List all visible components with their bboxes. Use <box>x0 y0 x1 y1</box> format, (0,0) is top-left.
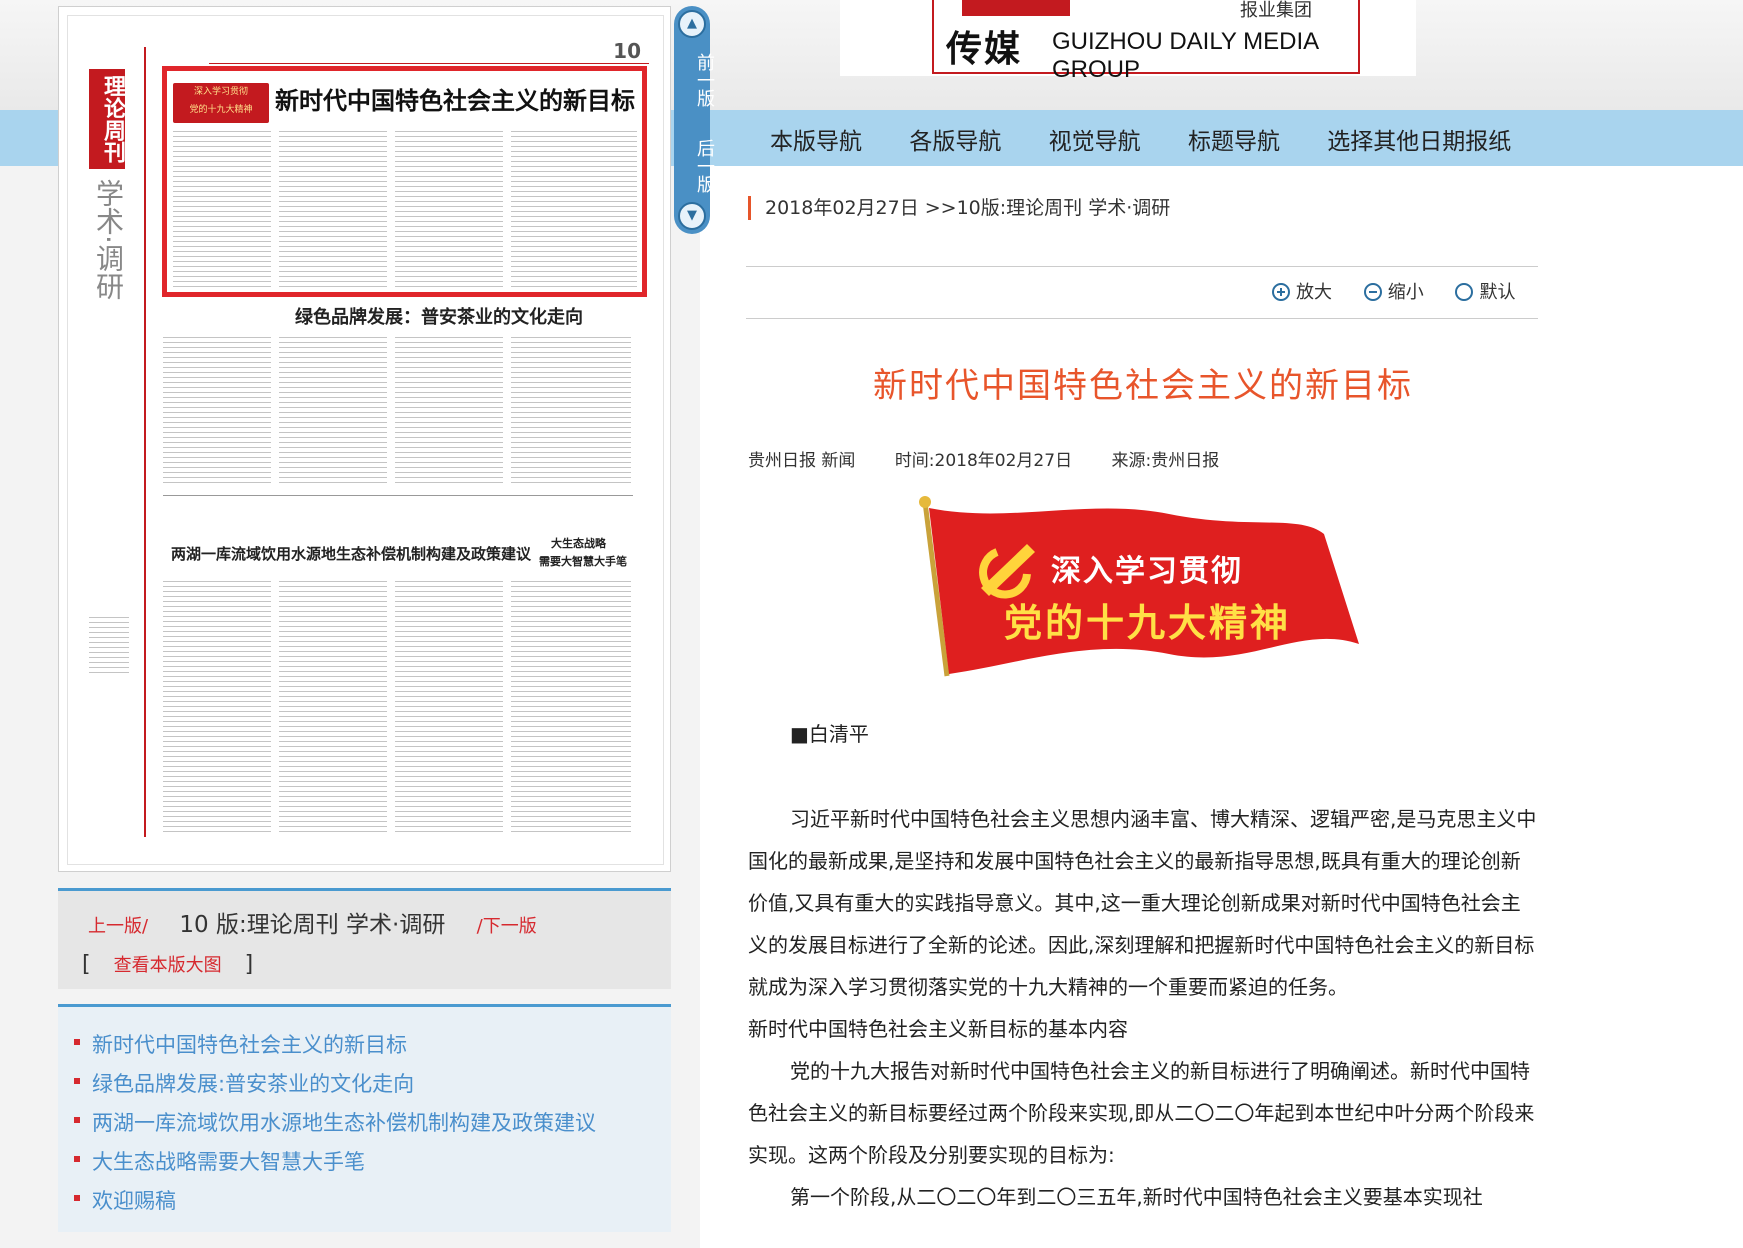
zoom-out-icon <box>1363 283 1382 301</box>
sidebar-note-block <box>89 617 129 673</box>
bracket-close: ] <box>244 952 254 977</box>
divider <box>746 266 1538 267</box>
text-column <box>395 337 503 487</box>
banner-line2: 党的十九大精神 <box>1004 601 1292 645</box>
column-label-rest: 学术·调研 <box>92 179 125 300</box>
text-column <box>163 581 271 835</box>
paper-headline-4a: 大生态战略 <box>551 537 606 550</box>
zoom-in-label: 放大 <box>1296 282 1332 303</box>
bullet-icon <box>74 1078 80 1084</box>
text-column <box>279 581 387 835</box>
list-item[interactable]: 两湖一库流域饮用水源地生态补偿机制构建及政策建议 <box>58 1107 671 1146</box>
breadcrumb: 2018年02月27日 >>10版:理论周刊 学术·调研 <box>748 196 1170 220</box>
view-large-row: [ 查看本版大图 ] <box>82 951 253 977</box>
pager-panel: 上一版/ 10 版:理论周刊 学术·调研 /下一版 [ 查看本版大图 ] <box>58 888 671 989</box>
article-subheading: 新时代中国特色社会主义新目标的基本内容 <box>748 1017 1128 1041</box>
nav-titles[interactable]: 标题导航 <box>1188 129 1280 155</box>
highlighted-article-box[interactable]: 深入学习贯彻 党的十九大精神 新时代中国特色社会主义的新目标 <box>162 66 647 297</box>
main-nav: 本版导航 各版导航 视觉导航 标题导航 选择其他日期报纸 <box>770 122 1551 156</box>
nav-visual[interactable]: 视觉导航 <box>1049 129 1141 155</box>
paper-header: 10 <box>209 39 649 64</box>
bullet-icon <box>74 1039 80 1045</box>
nav-page-guide[interactable]: 本版导航 <box>770 129 862 155</box>
zoom-controls: 放大 缩小 默认 <box>1272 278 1541 304</box>
list-item[interactable]: 大生态战略需要大智慧大手笔 <box>58 1146 671 1185</box>
zoom-in-icon <box>1272 283 1290 301</box>
next-page-arrow-icon[interactable]: ▼ <box>678 202 706 230</box>
red-rule <box>144 47 146 837</box>
prev-page-arrow-icon[interactable]: ▲ <box>678 10 706 38</box>
badge: 深入学习贯彻 党的十九大精神 <box>173 83 269 123</box>
meta-time: 时间:2018年02月27日 <box>894 451 1073 471</box>
list-item[interactable]: 欢迎赐稿 <box>58 1185 671 1224</box>
logo-frame: 传媒 GUIZHOU DAILY MEDIA GROUP <box>932 0 1360 83</box>
text-column <box>173 131 271 291</box>
badge-line2: 党的十九大精神 <box>189 105 253 115</box>
zoom-out-button[interactable]: 缩小 <box>1363 278 1424 304</box>
nav-all-pages[interactable]: 各版导航 <box>909 129 1001 155</box>
article-paragraph: 习近平新时代中国特色社会主义思想内涵丰富、博大精深、逻辑严密,是马克思主义中国化… <box>748 807 1537 999</box>
next-page-button[interactable]: /下一版 <box>477 916 537 937</box>
list-item-label[interactable]: 两湖一库流域饮用水源地生态补偿机制构建及政策建议 <box>92 1111 596 1135</box>
article-body: 习近平新时代中国特色社会主义思想内涵丰富、博大精深、逻辑严密,是马克思主义中国化… <box>748 798 1538 1218</box>
article-meta: 贵州日报 新闻 时间:2018年02月27日 来源:贵州日报 <box>748 446 1253 471</box>
logo-cn: 传媒 <box>946 29 1023 70</box>
badge-line1: 深入学习贯彻 <box>193 87 248 97</box>
zoom-reset-icon <box>1455 283 1474 301</box>
pager-row: 上一版/ 10 版:理论周刊 学术·调研 /下一版 <box>88 905 537 939</box>
newspaper-page-image[interactable]: 理论周刊 学术·调研 10 深入学习贯彻 党的十九大精神 新时代中国特色社会主义… <box>58 6 671 872</box>
prev-page-button[interactable]: 上一版/ <box>88 916 148 937</box>
list-item-label[interactable]: 大生态战略需要大智慧大手笔 <box>92 1150 365 1174</box>
article-paragraph: 第一个阶段,从二〇二〇年到二〇三五年,新时代中国特色社会主义要基本实现社 <box>790 1185 1483 1209</box>
text-column <box>395 131 503 291</box>
zoom-out-label: 缩小 <box>1387 282 1424 303</box>
paper-separator <box>163 495 633 496</box>
page-switch-bar: ▲ 前一版 后一版 ▼ <box>674 6 715 234</box>
article-title: 新时代中国特色社会主义的新目标 <box>873 366 1413 406</box>
article-paragraph: 党的十九大报告对新时代中国特色社会主义的新目标进行了明确阐述。新时代中国特色社会… <box>748 1059 1535 1167</box>
bracket-open: [ <box>82 952 91 977</box>
nav-other-date[interactable]: 选择其他日期报纸 <box>1327 129 1511 155</box>
list-item[interactable]: 新时代中国特色社会主义的新目标 <box>58 1029 671 1068</box>
paper-headline: 新时代中国特色社会主义的新目标 <box>275 87 635 115</box>
logo-en: GUIZHOU DAILY MEDIA GROUP <box>1052 28 1318 83</box>
text-column <box>279 337 387 487</box>
banner-line1: 深入学习贯彻 <box>1051 554 1243 589</box>
article-banner-image: 深入学习贯彻 党的十九大精神 <box>919 494 1369 680</box>
article-author: ■白清平 <box>790 722 869 746</box>
text-column <box>511 131 637 291</box>
bullet-icon <box>74 1195 80 1201</box>
site-logo[interactable]: 报业集团 传媒 GUIZHOU DAILY MEDIA GROUP <box>840 0 1416 83</box>
meta-source-paper: 贵州日报 新闻 <box>748 451 856 471</box>
view-large-image-link[interactable]: 查看本版大图 <box>114 955 222 976</box>
column-label: 理论周刊 学术·调研 <box>89 69 133 300</box>
list-item-label[interactable]: 欢迎赐稿 <box>92 1189 176 1213</box>
paper-headline-3: 两湖一库流域饮用水源地生态补偿机制构建及政策建议 <box>171 545 532 563</box>
text-column <box>511 337 631 487</box>
bullet-icon <box>74 1156 80 1162</box>
text-column <box>395 581 503 835</box>
article-list: 新时代中国特色社会主义的新目标 绿色品牌发展:普安茶业的文化走向 两湖一库流域饮… <box>58 1004 671 1232</box>
list-item[interactable]: 绿色品牌发展:普安茶业的文化走向 <box>58 1068 671 1107</box>
zoom-in-button[interactable]: 放大 <box>1272 278 1332 304</box>
list-item-label[interactable]: 绿色品牌发展:普安茶业的文化走向 <box>92 1072 414 1096</box>
text-column <box>511 581 631 835</box>
paper-headline-4b: 需要大智慧大手笔 <box>539 555 627 568</box>
text-column <box>163 337 271 487</box>
column-label-red: 理论周刊 <box>89 69 125 169</box>
list-item-label[interactable]: 新时代中国特色社会主义的新目标 <box>92 1033 407 1057</box>
divider <box>746 318 1538 319</box>
bullet-icon <box>74 1117 80 1123</box>
paper-page-number: 10 <box>613 39 641 63</box>
zoom-reset-button[interactable]: 默认 <box>1455 278 1515 304</box>
paper-headline-2: 绿色品牌发展：普安茶业的文化走向 <box>295 307 583 328</box>
meta-from: 来源:贵州日报 <box>1111 451 1220 471</box>
next-page-link[interactable]: 后一版 <box>680 130 716 202</box>
prev-page-link[interactable]: 前一版 <box>680 44 716 116</box>
zoom-reset-label: 默认 <box>1479 282 1516 303</box>
current-page-label: 10 版:理论周刊 学术·调研 <box>179 912 446 938</box>
text-column <box>279 131 387 291</box>
